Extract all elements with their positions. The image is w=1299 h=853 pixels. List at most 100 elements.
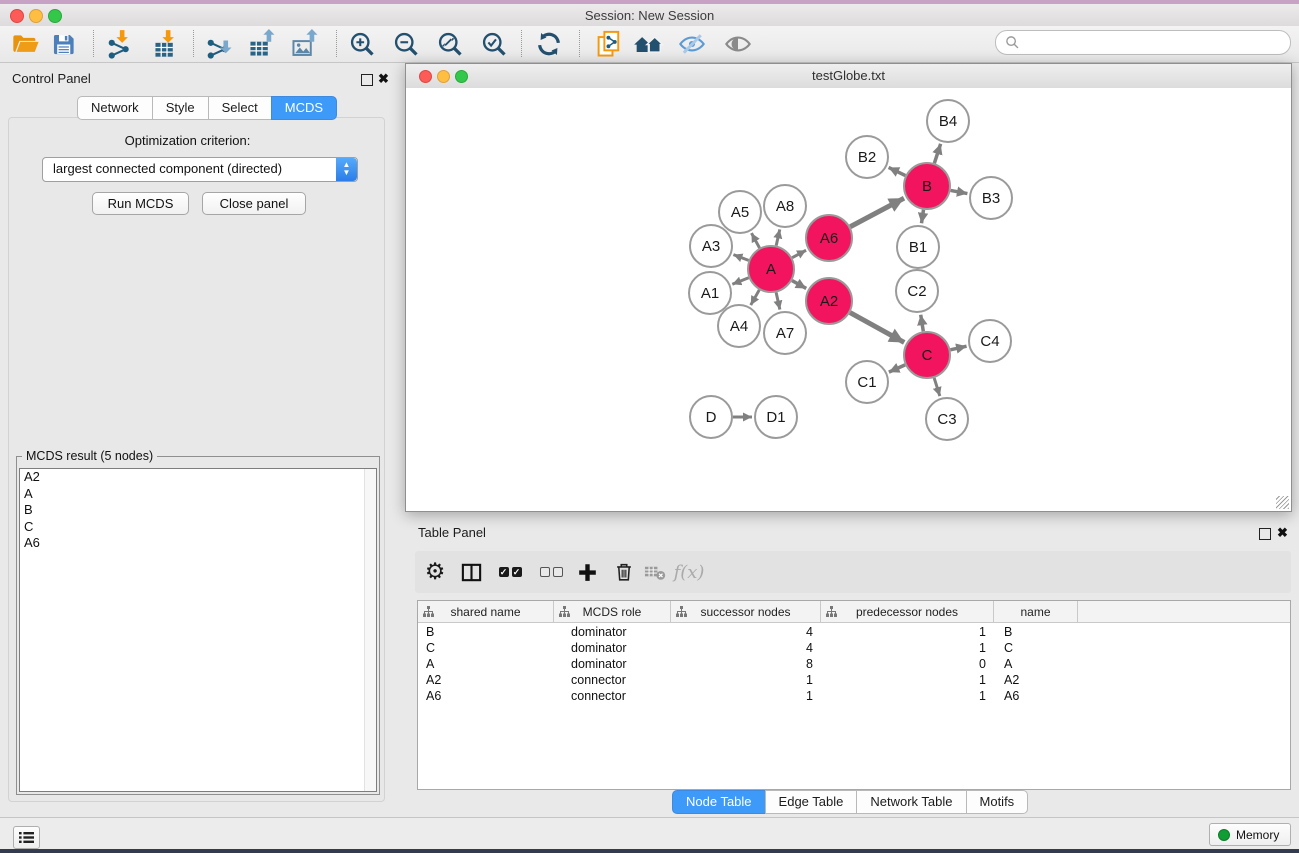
tab-network-table[interactable]: Network Table [856, 790, 966, 814]
graph-node-C1[interactable]: C1 [846, 361, 888, 403]
zoom-selected-icon[interactable] [476, 27, 512, 61]
graph-node-A3[interactable]: A3 [690, 225, 732, 267]
graph-edge-A-A8[interactable] [776, 229, 780, 245]
table-row[interactable]: Bdominator41B [418, 624, 1290, 640]
tab-edge-table[interactable]: Edge Table [765, 790, 858, 814]
tab-style[interactable]: Style [152, 96, 209, 120]
export-table-icon[interactable] [244, 27, 280, 61]
network-canvas[interactable]: B4 B2 B B3 A8A5 A6 A3 B1 A C2 A1 A2 A4A7 C4 C C1 D D1 C3 [406, 88, 1291, 511]
graph-node-C[interactable]: C [904, 332, 950, 378]
column-header-predecessor-nodes[interactable]: predecessor nodes [821, 601, 994, 622]
graph-node-D[interactable]: D [690, 396, 732, 438]
graph-node-A7[interactable]: A7 [764, 312, 806, 354]
close-panel-icon[interactable]: ✖ [378, 71, 389, 87]
graph-edge-B-B2[interactable] [889, 167, 906, 175]
graph-node-C2[interactable]: C2 [896, 270, 938, 312]
graph-edge-C-C3[interactable] [934, 378, 940, 396]
graph-edge-A-A7[interactable] [776, 292, 780, 309]
graph-node-A[interactable]: A [748, 246, 794, 292]
memory-button[interactable]: Memory [1209, 823, 1291, 846]
tab-motifs[interactable]: Motifs [966, 790, 1029, 814]
tab-network[interactable]: Network [77, 96, 153, 120]
save-session-icon[interactable] [45, 27, 81, 61]
resize-grip[interactable] [1276, 496, 1289, 509]
graph-edge-A6-B[interactable] [850, 198, 904, 227]
function-builder-icon[interactable]: f(x) [667, 551, 711, 593]
graph-node-B3[interactable]: B3 [970, 177, 1012, 219]
run-mcds-button[interactable]: Run MCDS [92, 192, 189, 215]
task-history-button[interactable] [13, 826, 40, 849]
show-all-icon[interactable] [720, 27, 756, 61]
graph-edge-C-C4[interactable] [950, 346, 966, 350]
table-cell: 4 [671, 624, 821, 640]
add-row-icon[interactable] [570, 551, 604, 593]
result-item[interactable]: C [20, 519, 376, 536]
deselect-all-icon[interactable] [536, 551, 566, 593]
graph-node-A2[interactable]: A2 [806, 278, 852, 324]
close-panel-button[interactable]: Close panel [202, 192, 306, 215]
graph-node-C3[interactable]: C3 [926, 398, 968, 440]
graph-edge-A-A3[interactable] [733, 255, 748, 261]
first-neighbors-icon[interactable] [631, 27, 667, 61]
hide-selected-icon[interactable] [674, 27, 710, 61]
graph-node-B2[interactable]: B2 [846, 136, 888, 178]
export-image-icon[interactable] [287, 27, 323, 61]
zoom-out-icon[interactable] [388, 27, 424, 61]
graph-edge-A-A2[interactable] [792, 281, 806, 289]
table-cell: A6 [418, 688, 554, 704]
graph-edge-A-A4[interactable] [751, 290, 760, 305]
result-item[interactable]: A2 [20, 469, 376, 486]
graph-node-A6[interactable]: A6 [806, 215, 852, 261]
open-file-icon[interactable] [7, 27, 43, 61]
table-row[interactable]: A2connector11A2 [418, 672, 1290, 688]
graph-edge-C-C2[interactable] [921, 315, 924, 332]
zoom-fit-icon[interactable] [432, 27, 468, 61]
graph-node-A1[interactable]: A1 [689, 272, 731, 314]
export-network-icon[interactable] [202, 27, 238, 61]
result-item[interactable]: A [20, 486, 376, 503]
graph-node-B4[interactable]: B4 [927, 100, 969, 142]
tab-node-table[interactable]: Node Table [672, 790, 766, 814]
settings-icon[interactable]: ⚙ [418, 551, 452, 593]
table-close-panel-icon[interactable]: ✖ [1277, 525, 1288, 541]
refresh-icon[interactable] [531, 27, 567, 61]
graph-edge-A2-C[interactable] [850, 313, 904, 343]
result-item[interactable]: B [20, 502, 376, 519]
graph-edge-C-C1[interactable] [889, 365, 905, 372]
columns-icon[interactable] [454, 551, 488, 593]
table-float-panel-icon[interactable] [1259, 528, 1271, 540]
import-table-icon[interactable] [149, 27, 185, 61]
column-header-name[interactable]: name [994, 601, 1078, 622]
graph-edge-A-A1[interactable] [732, 278, 748, 284]
column-header-shared-name[interactable]: shared name [418, 601, 554, 622]
graph-edge-A-A6[interactable] [792, 250, 806, 257]
graph-node-A5[interactable]: A5 [719, 191, 761, 233]
column-header-successor-nodes[interactable]: successor nodes [671, 601, 821, 622]
graph-node-A8[interactable]: A8 [764, 185, 806, 227]
criterion-dropdown[interactable]: largest connected component (directed) ▲… [42, 157, 358, 182]
table-row[interactable]: Cdominator41C [418, 640, 1290, 656]
table-row[interactable]: Adominator80A [418, 656, 1290, 672]
search-input[interactable] [995, 30, 1291, 55]
delete-icon[interactable] [607, 551, 641, 593]
graph-node-D1[interactable]: D1 [755, 396, 797, 438]
graph-edge-A-A5[interactable] [751, 233, 759, 248]
column-header-MCDS-role[interactable]: MCDS role [554, 601, 671, 622]
float-panel-icon[interactable] [361, 74, 373, 86]
clone-network-icon[interactable] [591, 27, 627, 61]
table-row[interactable]: A6connector11A6 [418, 688, 1290, 704]
tab-select[interactable]: Select [208, 96, 272, 120]
graph-edge-B-B1[interactable] [922, 210, 924, 224]
result-item[interactable]: A6 [20, 535, 376, 552]
select-all-icon[interactable]: ✓✓ [495, 551, 525, 593]
graph-edge-B-B3[interactable] [951, 190, 968, 193]
zoom-in-icon[interactable] [344, 27, 380, 61]
scrollbar-track[interactable] [364, 469, 376, 791]
tab-mcds[interactable]: MCDS [271, 96, 337, 120]
graph-node-B1[interactable]: B1 [897, 226, 939, 268]
graph-node-C4[interactable]: C4 [969, 320, 1011, 362]
graph-edge-B-B4[interactable] [934, 144, 940, 163]
import-network-icon[interactable] [103, 27, 139, 61]
graph-node-B[interactable]: B [904, 163, 950, 209]
graph-node-A4[interactable]: A4 [718, 305, 760, 347]
